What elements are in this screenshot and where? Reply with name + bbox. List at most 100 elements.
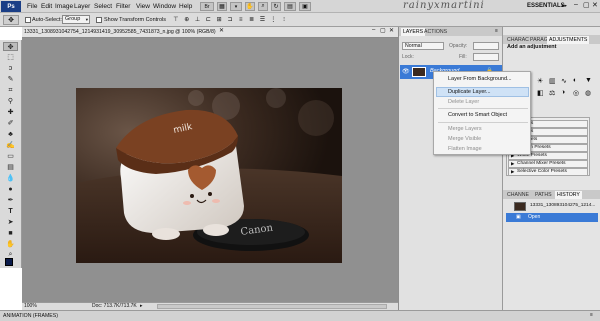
eraser-tool-icon[interactable]: ▭ <box>3 152 18 161</box>
show-transform-checkbox[interactable] <box>96 17 102 23</box>
panel-menu-icon[interactable]: ≡ <box>495 28 498 34</box>
eyedropper-tool-icon[interactable]: ⚲ <box>3 97 18 106</box>
black-white-icon[interactable]: ◑ <box>561 89 565 96</box>
screen-mode-icon[interactable]: ▣ <box>299 2 311 11</box>
expand-arrow-icon: ▶ <box>511 169 515 174</box>
marquee-tool-icon[interactable]: ⬚ <box>3 53 18 62</box>
auto-select-checkbox[interactable] <box>25 17 31 23</box>
menu-help[interactable]: Help <box>179 2 192 11</box>
foreground-color-swatch[interactable] <box>5 258 13 266</box>
align-right-icon[interactable]: ⊐ <box>226 15 234 24</box>
photo-image[interactable]: Canon milk <box>76 88 342 263</box>
hue-saturation-icon[interactable]: ◧ <box>537 89 544 97</box>
clone-stamp-tool-icon[interactable]: ♣ <box>3 130 18 139</box>
auto-select-dropdown[interactable]: Group ▾ <box>62 15 90 24</box>
tab-history[interactable]: HISTORY <box>555 191 582 199</box>
crop-tool-icon[interactable]: ⌗ <box>3 86 18 95</box>
distribute-left-icon[interactable]: ⋮ <box>269 15 277 24</box>
preset-row[interactable]: ▶ Selective Color Presets <box>508 168 588 176</box>
toolbox: ✥ ⬚ ↄ ✎ ⌗ ⚲ ✚ ✐ ♣ ✍ ▭ ▤ 💧 ● ✒ T ➤ ■ ✋ ⌕ <box>0 40 22 268</box>
restore-icon[interactable]: ▢ <box>583 1 590 9</box>
guides-icon[interactable]: ▦ <box>217 2 227 11</box>
distribute-bottom-icon[interactable]: ☰ <box>259 15 267 24</box>
panel-menu-icon[interactable]: ≡ <box>590 312 593 318</box>
bridge-launch-icon[interactable]: Br <box>200 2 214 11</box>
distribute-vcenter-icon[interactable]: ≣ <box>248 15 256 24</box>
close-window-icon[interactable]: ✕ <box>389 27 394 34</box>
workspace-switcher[interactable]: ESSENTIALS <box>527 3 565 9</box>
align-top-icon[interactable]: ⊤ <box>172 15 180 24</box>
status-menu-icon[interactable]: ▸ <box>140 303 143 310</box>
type-tool-icon[interactable]: T <box>3 207 18 216</box>
zoom-tool-icon[interactable]: ⌕ <box>258 2 268 11</box>
vibrance-icon[interactable]: ▼ <box>585 77 592 84</box>
menu-edit[interactable]: Edit <box>41 2 52 11</box>
tab-channels[interactable]: CHANNE <box>505 191 531 199</box>
dodge-tool-icon[interactable]: ● <box>3 185 18 194</box>
menu-image[interactable]: Image <box>55 2 73 11</box>
channel-mixer-icon[interactable]: ◍ <box>585 89 591 97</box>
menu-item-delete-layer: Delete Layer <box>448 99 480 105</box>
distribute-right-icon[interactable]: ⁝ <box>280 15 288 24</box>
menu-window[interactable]: Window <box>153 2 176 11</box>
blend-mode-dropdown[interactable]: Normal <box>402 42 444 50</box>
tab-actions[interactable]: ACTIONS <box>422 28 449 36</box>
history-brush-tool-icon[interactable]: ✍ <box>3 141 18 150</box>
exposure-icon[interactable]: ◐ <box>573 77 577 84</box>
history-state-row[interactable]: ▣ Open <box>506 213 598 222</box>
arrange-documents-icon[interactable]: ▤ <box>284 2 296 11</box>
document-tab[interactable]: 13331_1308931042754_1214931419_30952585_… <box>22 27 398 38</box>
blur-tool-icon[interactable]: 💧 <box>3 174 18 183</box>
animation-panel-bar[interactable]: ANIMATION (FRAMES) ≡ <box>0 310 600 321</box>
tab-paths[interactable]: PATHS <box>533 191 554 199</box>
path-selection-tool-icon[interactable]: ➤ <box>3 218 18 227</box>
minimize-icon[interactable]: – <box>574 1 578 8</box>
curves-icon[interactable]: ∿ <box>561 77 567 85</box>
close-icon[interactable]: ✕ <box>592 1 598 9</box>
menu-item-layer-from-background[interactable]: Layer From Background... <box>448 75 512 83</box>
menu-select[interactable]: Select <box>94 2 112 11</box>
snapshot-name: 13331_130893104275_1214... <box>530 203 596 208</box>
align-left-icon[interactable]: ⊏ <box>204 15 212 24</box>
brush-tool-icon[interactable]: ✐ <box>3 119 18 128</box>
menu-layer[interactable]: Layer <box>74 2 90 11</box>
hand-tool-icon[interactable]: ✋ <box>3 240 18 249</box>
workspace-dropdown-icon[interactable]: ▸▸ <box>562 3 567 9</box>
rotate-view-icon[interactable]: ↻ <box>271 2 281 11</box>
quick-selection-tool-icon[interactable]: ✎ <box>3 75 18 84</box>
horizontal-scrollbar[interactable] <box>157 304 387 309</box>
align-vcenter-icon[interactable]: ⊕ <box>183 15 191 24</box>
lasso-tool-icon[interactable]: ↄ <box>3 64 18 73</box>
brightness-icon[interactable]: ☀ <box>537 77 543 85</box>
close-document-icon[interactable]: ✕ <box>219 27 224 34</box>
menu-view[interactable]: View <box>136 2 150 11</box>
levels-icon[interactable]: ▥ <box>549 77 556 85</box>
menu-file[interactable]: File <box>27 2 37 11</box>
visibility-eye-icon[interactable]: 👁 <box>402 68 410 75</box>
gradient-tool-icon[interactable]: ▤ <box>3 163 18 172</box>
menu-item-convert-smart-object[interactable]: Convert to Smart Object <box>448 111 507 119</box>
history-snapshot-row[interactable]: 13331_130893104275_1214... <box>506 201 598 212</box>
preset-row[interactable]: ▶ Channel Mixer Presets <box>508 160 588 168</box>
distribute-top-icon[interactable]: ≡ <box>237 15 245 24</box>
auto-select-label: Auto-Select: <box>32 17 62 23</box>
hand-icon[interactable]: ✋ <box>245 2 255 11</box>
move-tool-preset-icon[interactable]: ✥ <box>3 15 19 25</box>
menu-filter[interactable]: Filter <box>116 2 130 11</box>
maximize-document-icon[interactable]: ▢ <box>380 27 386 34</box>
zoom-readout[interactable]: 100% <box>24 303 37 310</box>
menu-item-duplicate-layer[interactable]: Duplicate Layer... <box>448 88 491 96</box>
align-bottom-icon[interactable]: ⊥ <box>194 15 202 24</box>
zoom-level-icon[interactable]: ▾ <box>230 2 242 11</box>
minimize-document-icon[interactable]: – <box>372 27 375 33</box>
align-hcenter-icon[interactable]: ⊞ <box>215 15 223 24</box>
shape-tool-icon[interactable]: ■ <box>3 229 18 238</box>
photo-filter-icon[interactable]: ◎ <box>573 89 579 97</box>
healing-brush-tool-icon[interactable]: ✚ <box>3 108 18 117</box>
tab-adjustments[interactable]: ADJUSTMENTS <box>547 36 590 44</box>
move-tool-icon[interactable]: ✥ <box>3 42 18 51</box>
fill-input[interactable] <box>473 53 499 61</box>
color-balance-icon[interactable]: ⚖ <box>549 89 555 97</box>
opacity-input[interactable] <box>473 42 499 50</box>
pen-tool-icon[interactable]: ✒ <box>3 196 18 205</box>
